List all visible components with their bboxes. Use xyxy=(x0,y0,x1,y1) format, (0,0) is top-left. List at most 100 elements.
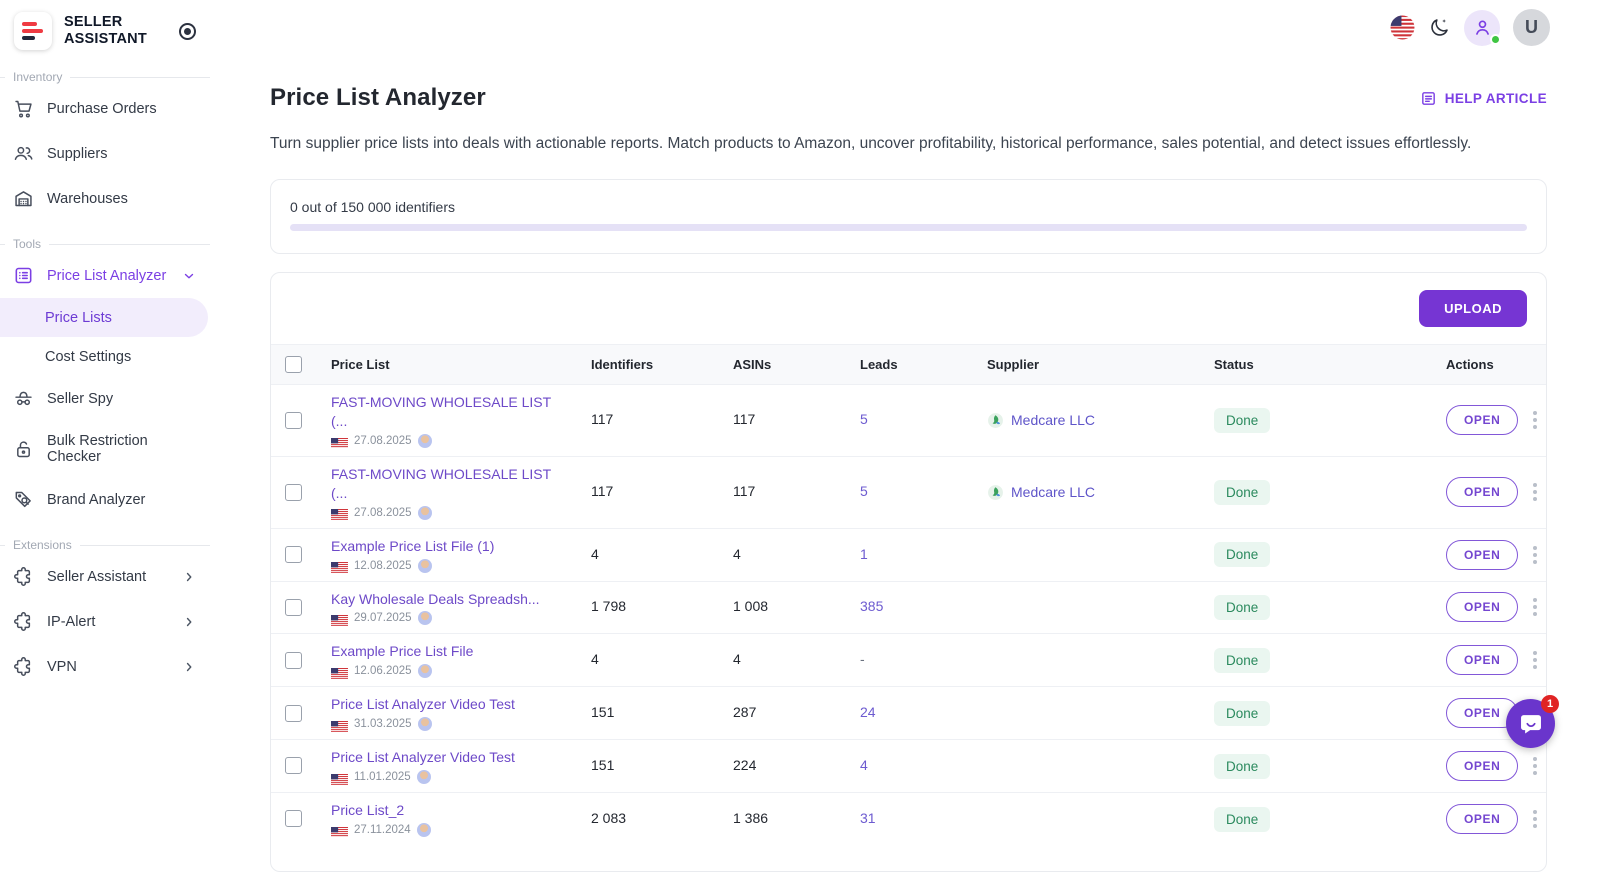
brand-header: SELLER ASSISTANT xyxy=(0,8,210,54)
upload-button[interactable]: UPLOAD xyxy=(1419,290,1527,327)
open-button[interactable]: OPEN xyxy=(1446,751,1519,782)
open-button[interactable]: OPEN xyxy=(1446,592,1519,623)
open-button[interactable]: OPEN xyxy=(1446,804,1519,835)
column-header-identifiers: Identifiers xyxy=(577,343,719,386)
sidebar-item-brand-analyzer[interactable]: Brand Analyzer xyxy=(0,477,210,522)
online-status-dot xyxy=(1490,33,1501,45)
table-row: Example Price List File 12.06.2025 4 4 -… xyxy=(271,633,1546,687)
price-list-name-link[interactable]: Example Price List File xyxy=(331,642,559,661)
sidebar-item-label: Suppliers xyxy=(47,145,108,162)
sidebar-item-purchase-orders[interactable]: Purchase Orders xyxy=(0,86,210,131)
leads-link[interactable]: 385 xyxy=(860,598,883,614)
row-menu-kebab-icon[interactable] xyxy=(1531,596,1539,618)
status-badge: Done xyxy=(1214,479,1271,505)
dark-mode-toggle-icon[interactable] xyxy=(1428,16,1451,39)
row-checkbox[interactable] xyxy=(285,704,302,722)
sidebar-item-cost-settings[interactable]: Cost Settings xyxy=(0,337,210,376)
sidebar-item-ip-alert[interactable]: IP-Alert xyxy=(0,599,210,644)
price-list-name-link[interactable]: Kay Wholesale Deals Spreadsh... xyxy=(331,590,559,609)
select-all-checkbox[interactable] xyxy=(285,356,302,374)
sidebar-item-bulk-restriction-checker[interactable]: Bulk Restriction Checker xyxy=(0,421,210,477)
status-badge: Done xyxy=(1214,542,1271,568)
help-article-label: HELP ARTICLE xyxy=(1444,90,1547,106)
sidebar-item-warehouses[interactable]: Warehouses xyxy=(0,176,210,221)
identifiers-value: 4 xyxy=(591,651,599,668)
row-menu-kebab-icon[interactable] xyxy=(1531,544,1539,566)
table-row: Price List Analyzer Video Test 11.01.202… xyxy=(271,739,1546,793)
open-button[interactable]: OPEN xyxy=(1446,405,1519,436)
sidebar-item-price-list-analyzer[interactable]: Price List Analyzer xyxy=(0,253,210,298)
leads-link[interactable]: 5 xyxy=(860,483,868,499)
sidebar-item-seller-assistant-extension[interactable]: Seller Assistant xyxy=(0,554,210,599)
price-list-name-link[interactable]: FAST-MOVING WHOLESALE LIST (... xyxy=(331,465,559,503)
uploader-avatar xyxy=(416,770,431,785)
row-checkbox[interactable] xyxy=(285,651,302,669)
sidebar-item-label: Purchase Orders xyxy=(47,100,157,117)
supplier-link[interactable]: Medcare LLC xyxy=(1011,484,1095,500)
row-menu-kebab-icon[interactable] xyxy=(1531,409,1539,431)
uploader-avatar xyxy=(417,505,432,520)
price-list-date: 27.08.2025 xyxy=(354,434,412,447)
row-checkbox[interactable] xyxy=(285,545,302,563)
account-button[interactable] xyxy=(1464,9,1501,46)
table-header-row: Price List Identifiers ASINs Leads Suppl… xyxy=(271,343,1546,386)
row-menu-kebab-icon[interactable] xyxy=(1531,808,1539,830)
price-list-name-link[interactable]: FAST-MOVING WHOLESALE LIST (... xyxy=(331,393,559,431)
row-menu-kebab-icon[interactable] xyxy=(1531,481,1539,503)
column-header-supplier: Supplier xyxy=(973,343,1200,386)
table-row: Kay Wholesale Deals Spreadsh... 29.07.20… xyxy=(271,580,1546,634)
supplier-link[interactable]: Medcare LLC xyxy=(1011,412,1095,428)
leads-link[interactable]: 5 xyxy=(860,411,868,427)
price-list-name-link[interactable]: Example Price List File (1) xyxy=(331,537,559,556)
asins-value: 1 008 xyxy=(733,598,769,615)
identifier-usage-card: 0 out of 150 000 identifiers xyxy=(270,179,1547,254)
leads-link[interactable]: - xyxy=(860,651,865,667)
sidebar-item-label: Seller Assistant xyxy=(47,568,147,585)
leads-link[interactable]: 24 xyxy=(860,704,876,720)
sidebar-item-suppliers[interactable]: Suppliers xyxy=(0,131,210,176)
open-button[interactable]: OPEN xyxy=(1446,539,1519,570)
section-label-inventory: Inventory xyxy=(0,70,210,84)
identifier-usage-label: 0 out of 150 000 identifiers xyxy=(290,199,456,215)
price-list-name-link[interactable]: Price List Analyzer Video Test xyxy=(331,748,559,767)
puzzle-icon xyxy=(13,611,34,632)
identifier-progress-bar xyxy=(290,224,1527,231)
sidebar-collapse-toggle-icon[interactable] xyxy=(179,22,196,40)
row-checkbox[interactable] xyxy=(285,810,302,828)
row-checkbox[interactable] xyxy=(285,757,302,775)
leads-link[interactable]: 1 xyxy=(860,546,868,562)
price-lists-card: UPLOAD Price List Identifiers ASINs Lead… xyxy=(270,272,1547,872)
asins-value: 4 xyxy=(733,651,741,668)
row-checkbox[interactable] xyxy=(285,598,302,616)
row-menu-kebab-icon[interactable] xyxy=(1531,755,1539,777)
column-header-price-list: Price List xyxy=(317,343,577,386)
asins-value: 117 xyxy=(733,483,756,500)
cart-icon xyxy=(13,98,34,119)
language-flag-icon[interactable] xyxy=(1390,15,1415,40)
brand-tag-search-icon xyxy=(13,489,34,510)
user-avatar[interactable]: U xyxy=(1513,9,1550,46)
leads-link[interactable]: 31 xyxy=(860,810,876,826)
uploader-avatar xyxy=(417,611,432,626)
help-article-link[interactable]: HELP ARTICLE xyxy=(1420,90,1547,107)
open-button[interactable]: OPEN xyxy=(1446,477,1519,508)
row-menu-kebab-icon[interactable] xyxy=(1531,649,1539,671)
chat-widget-button[interactable]: 1 xyxy=(1506,695,1559,748)
sidebar-item-seller-spy[interactable]: Seller Spy xyxy=(0,376,210,421)
sidebar-item-price-lists[interactable]: Price Lists xyxy=(0,298,208,337)
identifiers-value: 117 xyxy=(591,483,614,500)
price-list-name-link[interactable]: Price List Analyzer Video Test xyxy=(331,695,559,714)
price-list-date: 31.03.2025 xyxy=(354,718,412,731)
uploader-avatar xyxy=(417,558,432,573)
row-checkbox[interactable] xyxy=(285,411,302,429)
sidebar-item-vpn[interactable]: VPN xyxy=(0,644,210,689)
leads-link[interactable]: 4 xyxy=(860,757,868,773)
price-list-date: 11.01.2025 xyxy=(354,771,411,784)
price-list-date: 12.06.2025 xyxy=(354,665,412,678)
table-row: FAST-MOVING WHOLESALE LIST (... 27.08.20… xyxy=(271,455,1546,529)
row-checkbox[interactable] xyxy=(285,483,302,501)
people-icon xyxy=(13,143,34,164)
chevron-right-icon xyxy=(182,660,196,674)
price-list-name-link[interactable]: Price List_2 xyxy=(331,801,559,820)
open-button[interactable]: OPEN xyxy=(1446,645,1519,676)
